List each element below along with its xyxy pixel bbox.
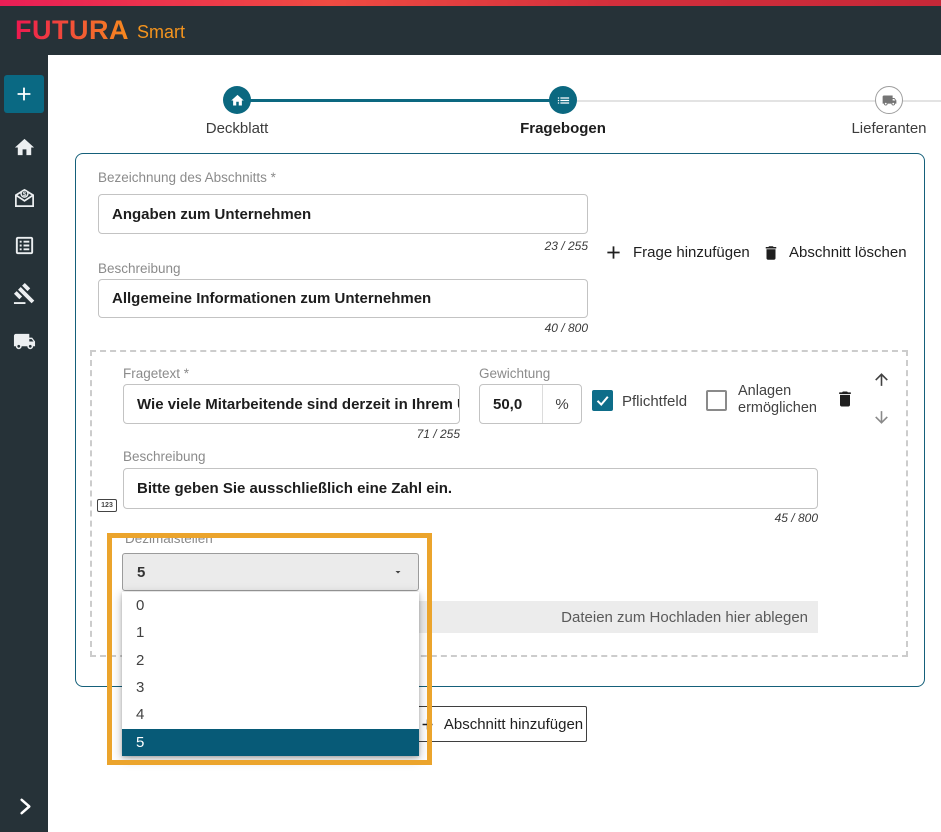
step-node-fragebogen[interactable] — [549, 86, 577, 114]
svg-text:$: $ — [22, 190, 26, 197]
checklist-icon — [13, 234, 36, 257]
move-question-down-button[interactable] — [870, 406, 892, 428]
sidebar-add-button[interactable] — [4, 75, 44, 113]
numeric-type-badge: 123 — [97, 499, 117, 512]
attachments-label[interactable]: Anlagen ermöglichen — [738, 383, 830, 417]
step-label-deckblatt[interactable]: Deckblatt — [182, 120, 292, 137]
sidebar-expand-button[interactable] — [12, 794, 36, 818]
add-question-button[interactable]: Frage hinzufügen — [603, 241, 750, 264]
step-label-fragebogen[interactable]: Fragebogen — [508, 120, 618, 137]
app-header: FUTURA Smart — [0, 6, 941, 55]
question-desc-value: Bitte geben Sie ausschließlich eine Zahl… — [137, 480, 452, 497]
dropdown-arrow-icon — [392, 566, 404, 578]
sidebar-item-questionnaire[interactable] — [12, 233, 36, 257]
add-section-label: Abschnitt hinzufügen — [444, 716, 583, 733]
decimals-label: Dezimalstellen — [125, 531, 213, 546]
brand-logo: FUTURA — [15, 15, 129, 46]
arrow-up-icon — [872, 370, 891, 389]
decimals-select[interactable]: 5 — [122, 553, 419, 591]
plus-icon — [419, 716, 436, 733]
delete-section-label: Abschnitt löschen — [789, 244, 907, 261]
section-name-counter: 23 / 255 — [398, 239, 588, 253]
required-checkbox[interactable] — [592, 390, 613, 411]
dropdown-option-5-selected[interactable]: 5 — [122, 729, 419, 756]
list-icon — [556, 93, 571, 108]
check-icon — [595, 393, 610, 408]
sidebar-item-auctions[interactable] — [12, 281, 36, 305]
dropdown-option-1[interactable]: 1 — [122, 619, 419, 646]
gavel-icon — [13, 282, 36, 305]
delete-question-button[interactable] — [834, 388, 856, 410]
trash-icon — [762, 244, 780, 262]
section-name-label: Bezeichnung des Abschnitts * — [98, 170, 276, 185]
truck-icon — [13, 330, 36, 353]
question-text-label: Fragetext * — [123, 366, 189, 381]
trash-icon — [835, 389, 855, 409]
question-desc-counter: 45 / 800 — [650, 511, 818, 525]
add-section-button[interactable]: Abschnitt hinzufügen — [415, 706, 587, 742]
dropdown-option-4[interactable]: 4 — [122, 701, 419, 728]
brand-suffix: Smart — [137, 22, 185, 43]
stepper-connector-done — [237, 99, 563, 102]
question-text-input[interactable]: Wie viele Mitarbeitende sind derzeit in … — [123, 384, 460, 424]
sidebar-item-home[interactable] — [12, 135, 36, 159]
plus-icon — [13, 83, 35, 105]
sidebar-item-price-inquiry[interactable]: $ — [12, 185, 36, 209]
plus-icon — [603, 242, 624, 263]
app-window: FUTURA Smart $ Deckblatt Frag — [0, 0, 941, 832]
step-label-lieferanten[interactable]: Lieferanten — [834, 120, 941, 137]
weight-input[interactable]: 50,0 % — [479, 384, 582, 424]
sidebar-item-suppliers[interactable] — [12, 329, 36, 353]
section-name-value: Angaben zum Unternehmen — [112, 206, 311, 223]
section-desc-counter: 40 / 800 — [398, 321, 588, 335]
section-desc-label: Beschreibung — [98, 261, 181, 276]
decimals-selected-value: 5 — [137, 564, 145, 581]
dropdown-option-2[interactable]: 2 — [122, 647, 419, 674]
delete-section-button[interactable]: Abschnitt löschen — [762, 241, 907, 264]
required-label[interactable]: Pflichtfeld — [622, 393, 687, 410]
upload-hint: Dateien zum Hochladen hier ablegen — [561, 609, 808, 626]
step-node-deckblatt[interactable] — [223, 86, 251, 114]
weight-unit: % — [542, 385, 581, 423]
home-icon — [13, 136, 36, 159]
attachments-checkbox[interactable] — [706, 390, 727, 411]
add-question-label: Frage hinzufügen — [633, 244, 750, 261]
section-desc-value: Allgemeine Informationen zum Unternehmen — [112, 290, 431, 307]
arrow-down-icon — [872, 408, 891, 427]
decimals-dropdown-panel: 0 1 2 3 4 5 — [122, 592, 419, 756]
sidebar — [0, 55, 48, 832]
question-text-counter: 71 / 255 — [300, 427, 460, 441]
dropdown-option-3[interactable]: 3 — [122, 674, 419, 701]
section-desc-input[interactable]: Allgemeine Informationen zum Unternehmen — [98, 279, 588, 318]
move-question-up-button[interactable] — [870, 368, 892, 390]
dropdown-option-0[interactable]: 0 — [122, 592, 419, 619]
truck-icon — [882, 93, 897, 108]
price-inquiry-icon: $ — [13, 186, 36, 209]
home-icon — [230, 93, 245, 108]
step-node-lieferanten[interactable] — [875, 86, 903, 114]
weight-label: Gewichtung — [479, 366, 550, 381]
question-desc-label: Beschreibung — [123, 449, 206, 464]
section-name-input[interactable]: Angaben zum Unternehmen — [98, 194, 588, 234]
question-text-value: Wie viele Mitarbeitende sind derzeit in … — [137, 396, 460, 413]
chevron-right-icon — [13, 795, 36, 818]
question-desc-input[interactable]: Bitte geben Sie ausschließlich eine Zahl… — [123, 468, 818, 509]
weight-value: 50,0 — [480, 396, 542, 413]
